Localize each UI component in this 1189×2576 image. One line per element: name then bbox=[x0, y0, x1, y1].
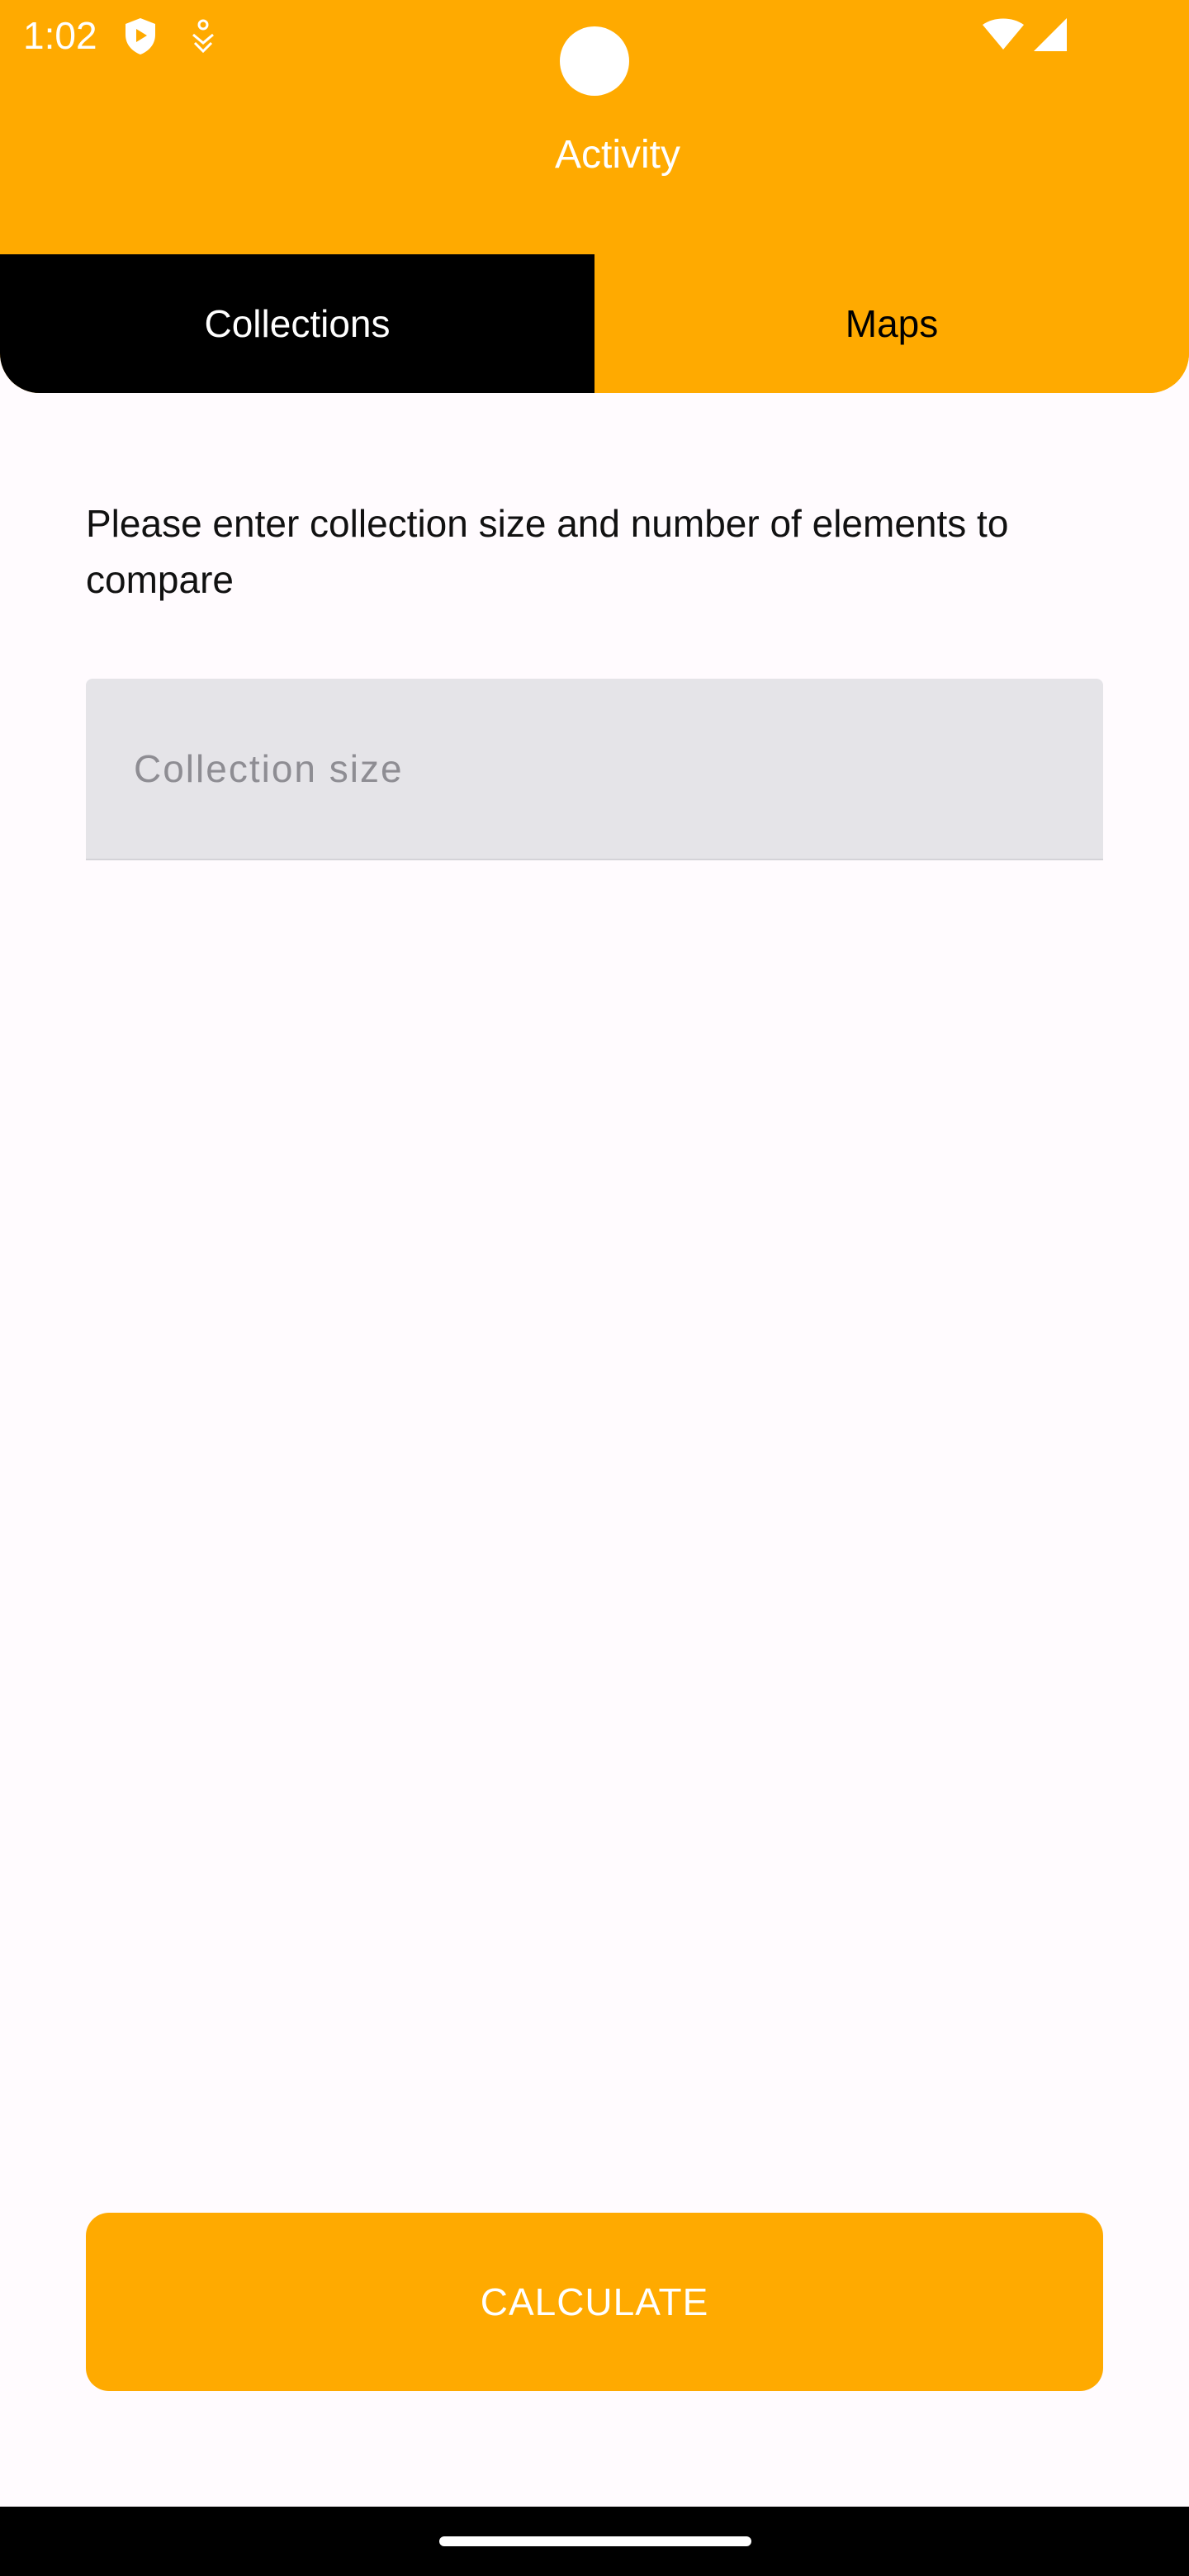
tab-maps[interactable]: Maps bbox=[594, 254, 1189, 393]
collection-size-input[interactable] bbox=[86, 679, 1103, 859]
collection-size-field[interactable] bbox=[86, 679, 1103, 860]
wifi-icon bbox=[983, 18, 1024, 50]
instructions-text: Please enter collection size and number … bbox=[86, 502, 1009, 601]
home-gesture-handle[interactable] bbox=[439, 2536, 751, 2546]
system-navigation-bar bbox=[0, 2507, 1189, 2576]
shield-play-icon bbox=[126, 18, 155, 54]
tab-bar: Collections Maps bbox=[0, 254, 1189, 393]
app-header: 1:02 Activity Collections Maps bbox=[0, 0, 1189, 393]
signal-icon bbox=[1034, 18, 1067, 51]
person-download-icon bbox=[192, 19, 214, 54]
page-title: Activity bbox=[554, 133, 680, 177]
status-time: 1:02 bbox=[23, 14, 97, 57]
tab-collections[interactable]: Collections bbox=[0, 254, 594, 393]
camera-cutout bbox=[560, 26, 629, 96]
calculate-button[interactable]: CALCULATE bbox=[86, 2213, 1103, 2391]
